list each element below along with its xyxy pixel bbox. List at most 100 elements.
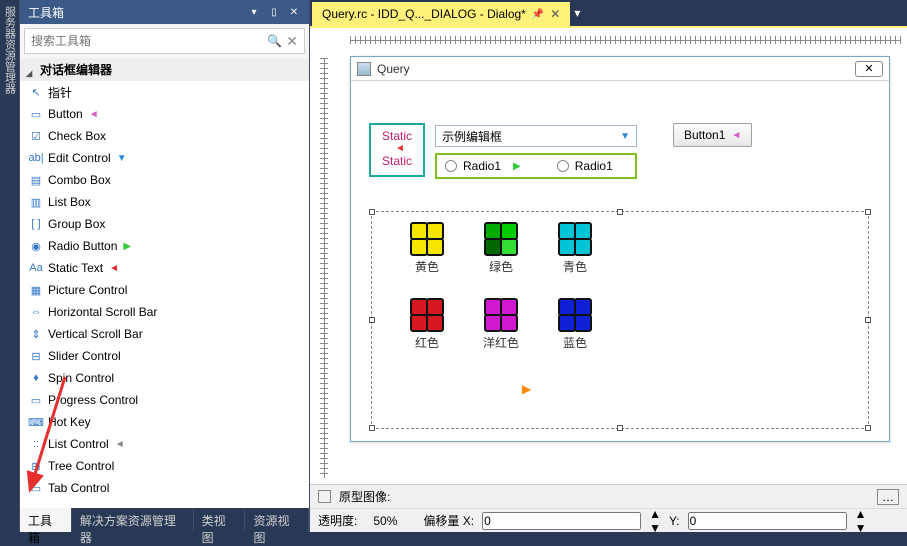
document-tab[interactable]: Query.rc - IDD_Q..._DIALOG - Dialog* 📌 ✕ [312,2,570,26]
radio-button-2[interactable] [557,160,569,172]
toolbox-item[interactable]: ▦ Picture Control [20,279,309,301]
dropdown-icon[interactable]: ▼ [620,131,630,142]
tool-icon: ab| [28,151,44,165]
color-item-magenta[interactable]: 洋红色 [476,298,526,351]
color-label: 青色 [550,258,600,275]
toolbox-item[interactable]: ▭Button◄ [20,103,309,125]
marker-icon: ◄ [731,130,741,141]
color-label: 绿色 [476,258,526,275]
color-item-cyan[interactable]: 青色 [550,222,600,275]
offset-x-spinner[interactable]: ▲▼ [649,507,661,535]
toolbox-item[interactable]: ⇕Vertical Scroll Bar [20,323,309,345]
offset-y-spinner[interactable]: ▲▼ [855,507,867,535]
toolbox-item[interactable]: ::List Control◄ [20,433,309,455]
radio-button-1[interactable] [445,160,457,172]
close-icon[interactable]: ✕ [550,7,560,21]
toolbox-item[interactable]: ▤Combo Box [20,169,309,191]
tab-class-view[interactable]: 类视图 [194,508,246,532]
tool-label: 指针 [48,84,72,101]
toolbox-close-icon[interactable]: ✕ [287,5,301,19]
tool-label: Spin Control [48,371,114,385]
tool-icon: ◉ [28,239,44,253]
editor-panel: Query.rc - IDD_Q..._DIALOG - Dialog* 📌 ✕… [310,0,907,532]
toolbox-item[interactable]: ⊟Slider Control [20,345,309,367]
prototype-image-row: 原型图像: … [310,484,907,508]
toolbox-item[interactable]: ▭ Tab Control [20,477,309,499]
side-tab-server-explorer[interactable]: 服务器资源管理器 [0,0,20,532]
toolbox-item[interactable]: ▭Progress Control [20,389,309,411]
radio-row: Radio1 ▶ Radio1 [445,159,613,173]
static-group-selection[interactable]: Static ◄ Static [369,123,425,177]
static-text-1[interactable]: Static [371,125,423,143]
tool-icon: ▭ [28,393,44,407]
color-item-blue[interactable]: 蓝色 [550,298,600,351]
color-item-green[interactable]: 绿色 [476,222,526,275]
dialog-titlebar[interactable]: Query ✕ [351,57,889,81]
radio-group-selection[interactable]: Radio1 ▶ Radio1 [435,153,637,179]
tool-icon: ⊞ [28,459,44,473]
marker-icon: ◄ [115,439,125,450]
toolbox-item[interactable]: ⇔Horizontal Scroll Bar [20,301,309,323]
tool-icon: ⌨ [28,415,44,429]
search-input[interactable] [31,34,267,48]
tool-icon: ♦ [28,371,44,385]
tool-label: Button [48,107,83,121]
design-surface[interactable]: Query ✕ Static ◄ Static 示例编辑框 ▼ Button1 … [310,50,907,484]
tab-resource-view[interactable]: 资源视图 [245,508,309,532]
toolbox-item[interactable]: ab|Edit Control▼ [20,147,309,169]
dialog-client-area[interactable]: Static ◄ Static 示例编辑框 ▼ Button1 ◄ Radio1 [351,81,889,121]
toolbox-item[interactable]: ☑ Check Box [20,125,309,147]
tool-icon: Aa [28,261,44,275]
tool-label: Slider Control [48,349,121,363]
toolbox-item[interactable]: ⊞Tree Control [20,455,309,477]
browse-button[interactable]: … [877,489,899,505]
toolbox-pin-icon[interactable]: ▯ [267,5,281,19]
search-clear-icon[interactable]: ✕ [286,33,298,50]
tool-label: Edit Control [48,151,111,165]
toolbox-panel: 工具箱 ▾ ▯ ✕ 🔍 ✕ 对话框编辑器 ↖指针 ▭ Button ◄ ☑ Check B… [20,0,310,532]
tool-icon: ▭ [28,481,44,495]
toolbox-list: ↖指针▭Button◄☑Check Boxab|Edit Control▼▤Co… [20,81,309,508]
bottom-tab-strip: 工具箱 解决方案资源管理器 类视图 资源视图 [20,508,309,532]
toolbox-category[interactable]: 对话框编辑器 [20,58,309,81]
tab-overflow-icon[interactable]: ▾ [570,0,584,26]
toolbox-item[interactable]: ♦ Spin Control [20,367,309,389]
prototype-checkbox[interactable] [318,490,331,503]
edit-control[interactable]: 示例编辑框 ▼ [435,125,637,147]
toolbox-item[interactable]: ◉Radio Button▶ [20,235,309,257]
tool-label: Tab Control [48,481,109,495]
transparency-value: 50% [373,514,397,528]
toolbox-item[interactable]: ⌨Hot Key [20,411,309,433]
toolbox-dropdown-icon[interactable]: ▾ [247,5,261,19]
color-item-red[interactable]: 红色 [402,298,452,351]
static-text-2[interactable]: Static [371,154,423,168]
marker-icon: ▶ [522,382,531,396]
tool-label: Horizontal Scroll Bar [48,305,157,319]
button-label: Button1 [684,128,725,142]
radio-label-1: Radio1 [463,159,501,173]
tool-icon: ▦ [28,283,44,297]
button-control[interactable]: Button1 ◄ [673,123,752,147]
dialog-close-button[interactable]: ✕ [855,61,883,77]
picture-control-group[interactable]: 黄色 绿色 青色 红色 [371,211,869,429]
toolbox-item[interactable]: AaStatic Text◄ [20,257,309,279]
tool-label: Picture Control [48,283,127,297]
toolbox-item[interactable]: [ ]Group Box [20,213,309,235]
color-label: 蓝色 [550,334,600,351]
tool-icon: ☑ [28,129,44,143]
toolbox-search[interactable]: 🔍 ✕ [24,28,305,54]
tab-solution-explorer[interactable]: 解决方案资源管理器 [72,508,194,532]
offset-y-input[interactable] [688,512,847,530]
tool-icon: :: [28,437,44,451]
color-item-yellow[interactable]: 黄色 [402,222,452,275]
marker-icon: ◄ [89,109,99,120]
toolbox-item[interactable]: ▥List Box [20,191,309,213]
tool-label: Check Box [48,129,106,143]
toolbox-titlebar: 工具箱 ▾ ▯ ✕ [20,0,309,24]
tab-toolbox[interactable]: 工具箱 [20,508,72,532]
dialog-window[interactable]: Query ✕ Static ◄ Static 示例编辑框 ▼ Button1 … [350,56,890,442]
pin-icon[interactable]: 📌 [532,9,544,20]
toolbox-item[interactable]: ↖指针 [20,81,309,103]
transparency-row: 透明度: 50% 偏移量 X: ▲▼ Y: ▲▼ [310,508,907,532]
offset-x-input[interactable] [482,512,641,530]
